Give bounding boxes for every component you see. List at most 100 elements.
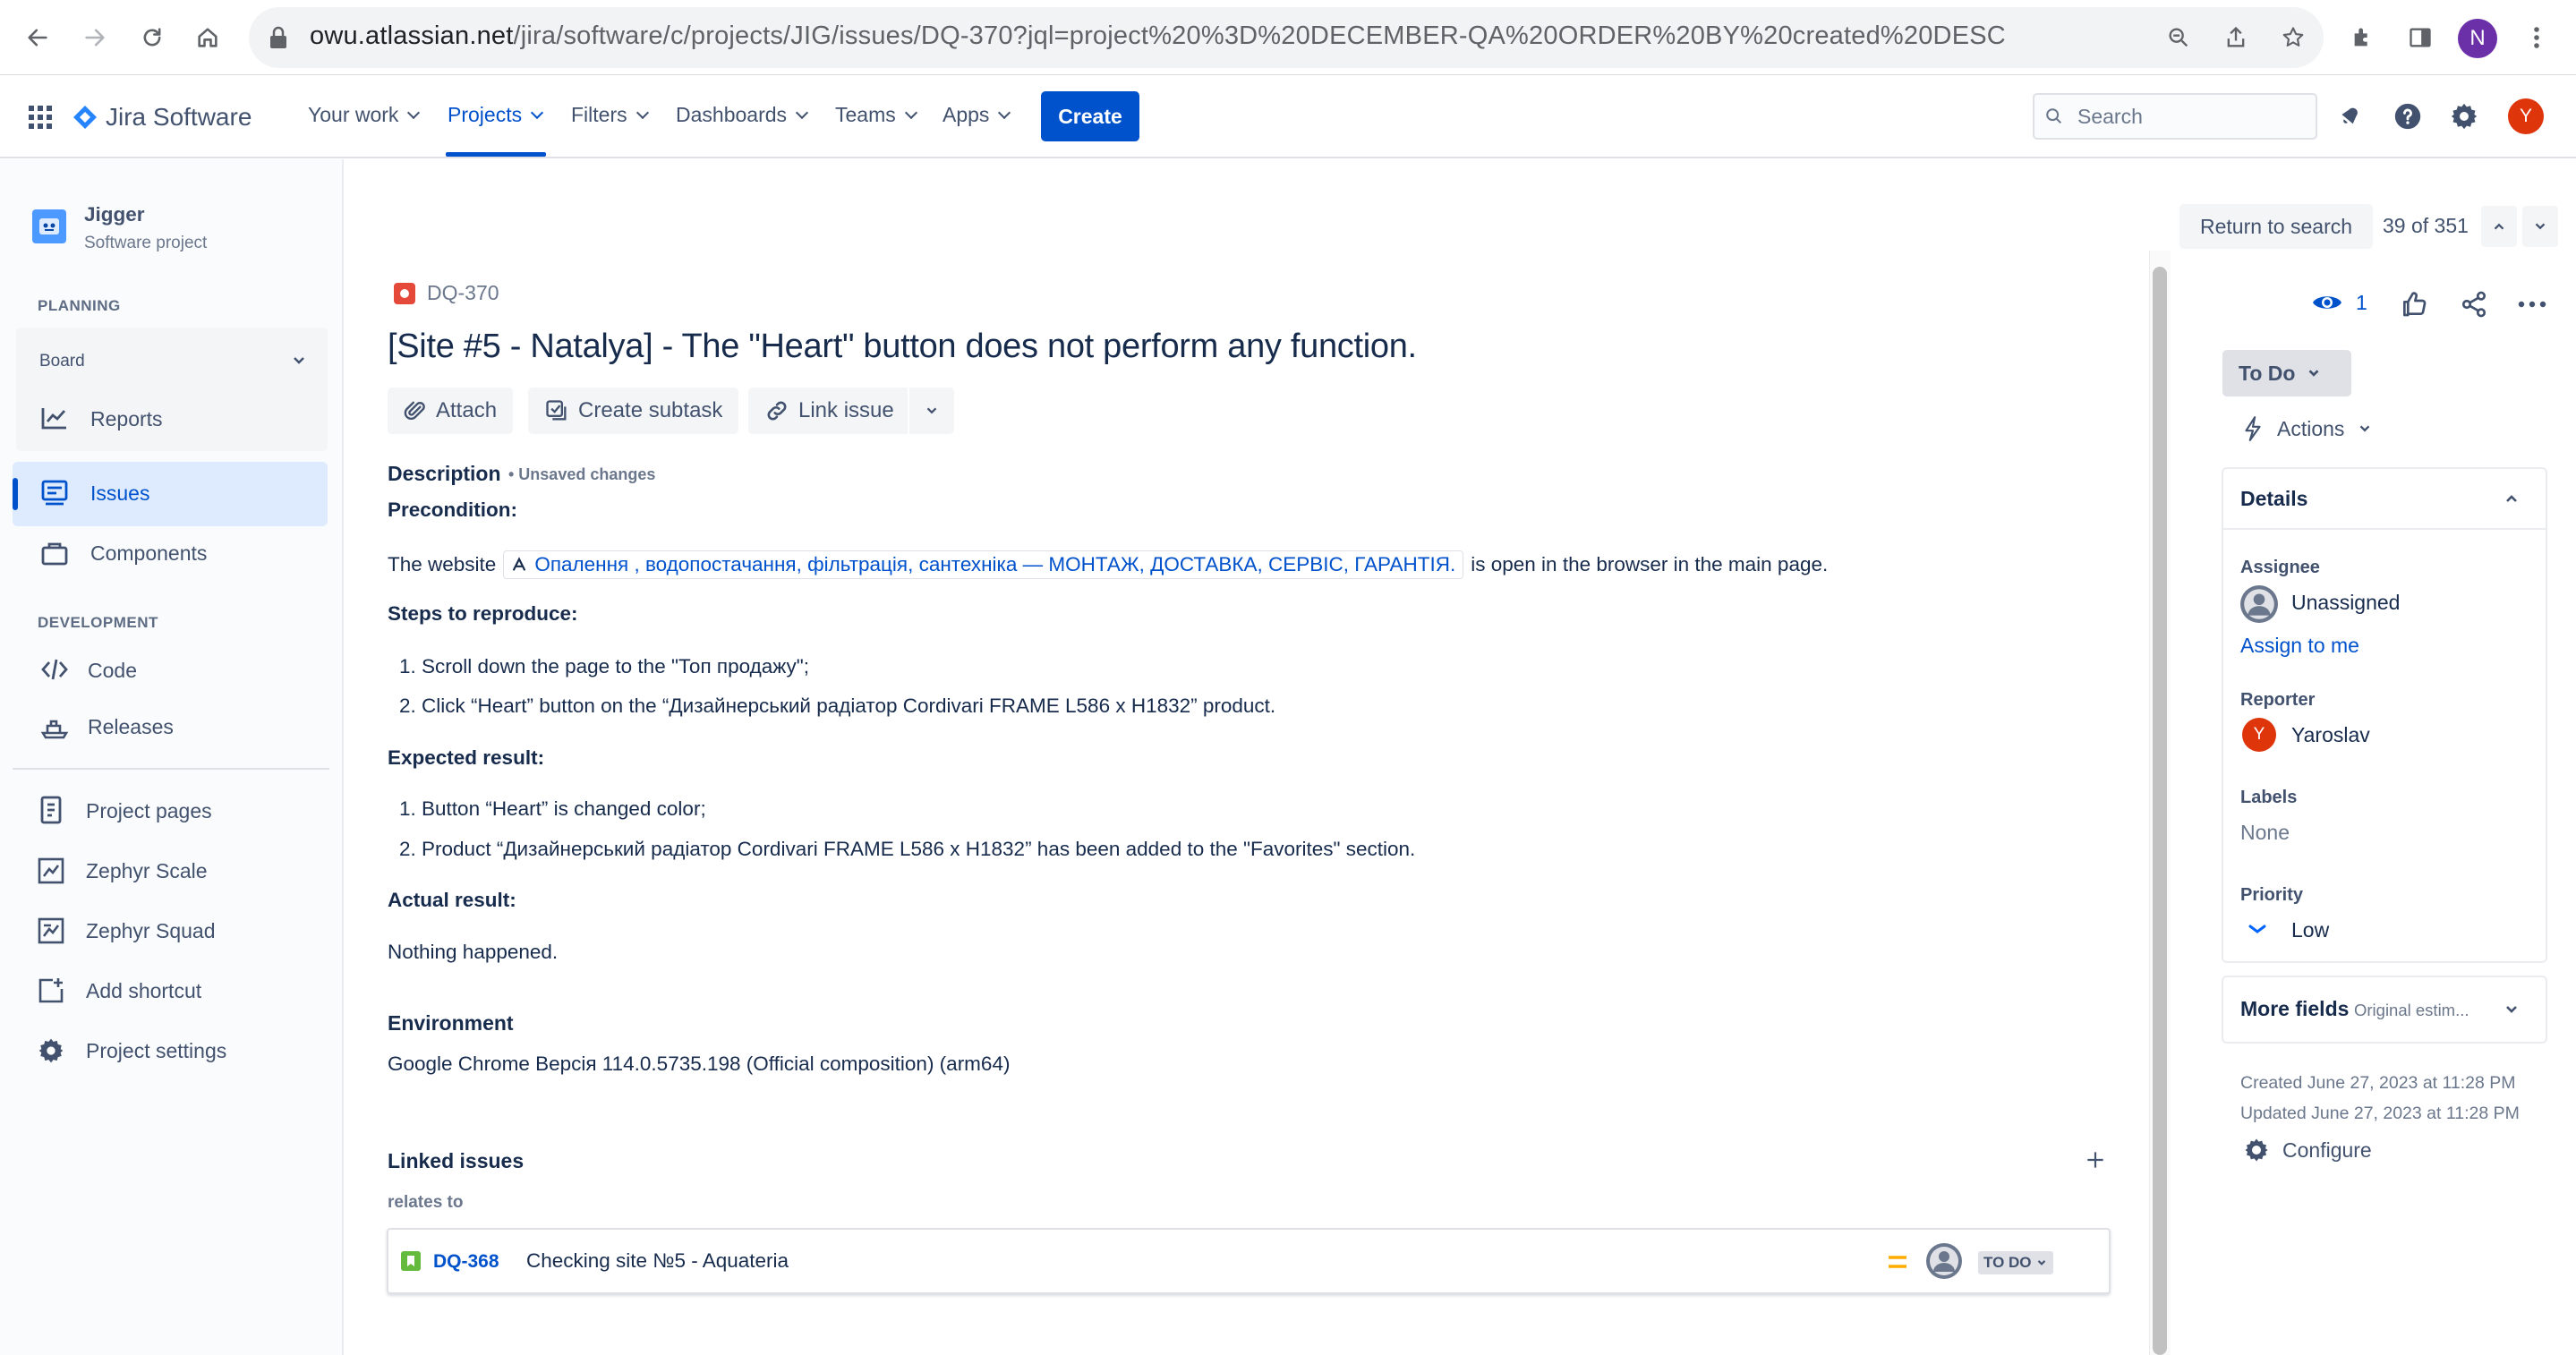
labels-value[interactable]: None — [2240, 821, 2290, 845]
chevron-down-icon — [635, 106, 649, 119]
precondition-suffix: is open in the browser in the main page. — [1471, 553, 1829, 575]
share-icon[interactable] — [2460, 290, 2488, 319]
sidebar-item-code[interactable]: Code — [88, 659, 137, 683]
status-dropdown[interactable]: To Do — [2222, 350, 2351, 396]
return-to-search-button[interactable]: Return to search — [2179, 204, 2373, 249]
settings-gear-icon[interactable] — [2449, 101, 2479, 132]
issues-icon — [39, 478, 70, 508]
browser-profile-avatar[interactable]: N — [2458, 19, 2497, 58]
create-subtask-button[interactable]: Create subtask — [528, 388, 739, 434]
chevron-up-icon — [2494, 223, 2504, 230]
reporter-label: Reporter — [2240, 690, 2316, 710]
share-page-icon[interactable] — [2218, 20, 2254, 55]
sidebar-item-project-pages[interactable]: Project pages — [86, 799, 212, 823]
user-initial: Y — [2519, 106, 2532, 126]
nav-teams[interactable]: Teams — [835, 103, 917, 127]
back-icon[interactable] — [20, 20, 55, 55]
user-avatar[interactable]: Y — [2508, 98, 2544, 134]
sidebar-item-add-shortcut[interactable]: Add shortcut — [86, 979, 201, 1003]
project-pages-icon — [36, 795, 66, 825]
details-heading: Details — [2240, 487, 2308, 510]
more-options-icon[interactable] — [2517, 292, 2547, 317]
vote-thumbs-up-icon[interactable] — [2400, 290, 2428, 319]
bookmark-star-icon[interactable] — [2275, 20, 2311, 55]
website-smart-link[interactable]: Опалення , водопостачання, фільтрація, с… — [503, 550, 1464, 579]
nav-projects[interactable]: Projects — [448, 103, 544, 127]
configure-button[interactable]: Configure — [2243, 1137, 2372, 1163]
url-text[interactable]: owu.atlassian.net/jira/software/c/projec… — [310, 21, 2006, 51]
site-favicon-icon — [513, 557, 526, 571]
extensions-icon[interactable] — [2345, 20, 2381, 55]
environment-label: Environment — [388, 1011, 514, 1035]
link-icon — [767, 401, 787, 421]
jira-logo[interactable]: Jira Software — [72, 103, 252, 132]
environment-value[interactable]: Google Chrome Версія 114.0.5735.198 (Off… — [388, 1052, 1010, 1076]
zephyr-scale-icon — [36, 856, 66, 886]
actions-dropdown[interactable]: Actions — [2241, 415, 2373, 442]
sidebar-item-components[interactable]: Components — [90, 541, 207, 566]
expected-heading: Expected result: — [388, 746, 545, 769]
active-nav-indicator — [446, 152, 546, 157]
zoom-icon[interactable] — [2161, 20, 2196, 55]
reporter-value[interactable]: Yaroslav — [2291, 723, 2370, 747]
sidebar-item-zephyr-scale[interactable]: Zephyr Scale — [86, 859, 208, 883]
issue-key-breadcrumb[interactable]: DQ-370 — [427, 281, 499, 305]
assignee-value[interactable]: Unassigned — [2291, 591, 2400, 615]
configure-gear-icon — [2245, 1138, 2268, 1162]
home-icon[interactable] — [190, 20, 226, 55]
sidebar-item-issues[interactable]: Issues — [90, 481, 149, 506]
chevron-up-icon[interactable] — [2503, 490, 2521, 507]
project-settings-gear-icon — [36, 1035, 66, 1066]
step-1-text: Scroll down the page to the "Топ продажу… — [422, 655, 810, 678]
sidebar-item-reports[interactable]: Reports — [90, 407, 163, 431]
step-item: 2. Click “Heart” button on the “Дизайнер… — [399, 695, 1276, 717]
lock-icon[interactable] — [269, 25, 288, 50]
notifications-icon[interactable] — [2336, 101, 2365, 130]
sidebar-item-releases[interactable]: Releases — [88, 715, 174, 739]
search-input[interactable] — [2033, 93, 2317, 140]
linked-issue-key[interactable]: DQ-368 — [433, 1251, 499, 1273]
more-actions-dropdown[interactable] — [908, 388, 954, 434]
forward-icon[interactable] — [77, 20, 113, 55]
step-2-text: Click “Heart” button on the “Дизайнерськ… — [422, 695, 1276, 717]
description-label: Description — [388, 462, 501, 485]
story-icon — [401, 1251, 421, 1271]
link-issue-button[interactable]: Link issue — [748, 388, 910, 434]
main-scrollbar-thumb[interactable] — [2153, 267, 2167, 1355]
priority-value[interactable]: Low — [2291, 918, 2329, 942]
url-host: owu.atlassian.net — [310, 21, 514, 50]
help-icon[interactable] — [2393, 101, 2423, 132]
linked-status-dropdown[interactable]: TO DO — [1978, 1251, 2053, 1274]
board-selector[interactable]: Board — [39, 352, 85, 371]
project-avatar-icon[interactable] — [32, 209, 66, 243]
jira-diamond-icon — [73, 106, 97, 129]
chevron-down-icon[interactable] — [2503, 1001, 2521, 1018]
project-name[interactable]: Jigger — [84, 203, 145, 226]
nav-dashboards[interactable]: Dashboards — [676, 103, 809, 127]
more-fields-hint: Original estim... — [2354, 1001, 2469, 1019]
issue-title[interactable]: [Site #5 - Natalya] - The "Heart" button… — [388, 328, 1417, 366]
linked-issue-summary[interactable]: Checking site №5 - Aquateria — [526, 1249, 789, 1273]
reload-icon[interactable] — [134, 20, 170, 55]
app-switcher-icon[interactable] — [27, 104, 54, 131]
nav-your-work[interactable]: Your work — [308, 103, 421, 127]
previous-issue-button[interactable] — [2481, 206, 2517, 247]
nav-filters[interactable]: Filters — [571, 103, 649, 127]
sidebar-item-zephyr-squad[interactable]: Zephyr Squad — [86, 919, 215, 943]
add-linked-issue-icon[interactable] — [2084, 1148, 2107, 1172]
chevron-down-icon[interactable] — [290, 352, 308, 370]
linked-status-label: TO DO — [1983, 1254, 2032, 1271]
watch-button[interactable]: 1 — [2311, 290, 2367, 315]
attach-button[interactable]: Attach — [388, 388, 514, 434]
attach-label: Attach — [436, 398, 498, 422]
sidebar-item-project-settings[interactable]: Project settings — [86, 1039, 226, 1063]
updated-date: Updated June 27, 2023 at 11:28 PM — [2240, 1104, 2520, 1123]
nav-apps[interactable]: Apps — [943, 103, 1011, 127]
create-button[interactable]: Create — [1041, 91, 1139, 141]
next-issue-button[interactable] — [2522, 206, 2558, 247]
browser-menu-icon[interactable] — [2519, 20, 2555, 55]
assign-to-me-link[interactable]: Assign to me — [2240, 634, 2359, 658]
nav-filters-label: Filters — [571, 103, 627, 126]
side-panel-icon[interactable] — [2402, 20, 2438, 55]
nav-your-work-label: Your work — [308, 103, 399, 126]
